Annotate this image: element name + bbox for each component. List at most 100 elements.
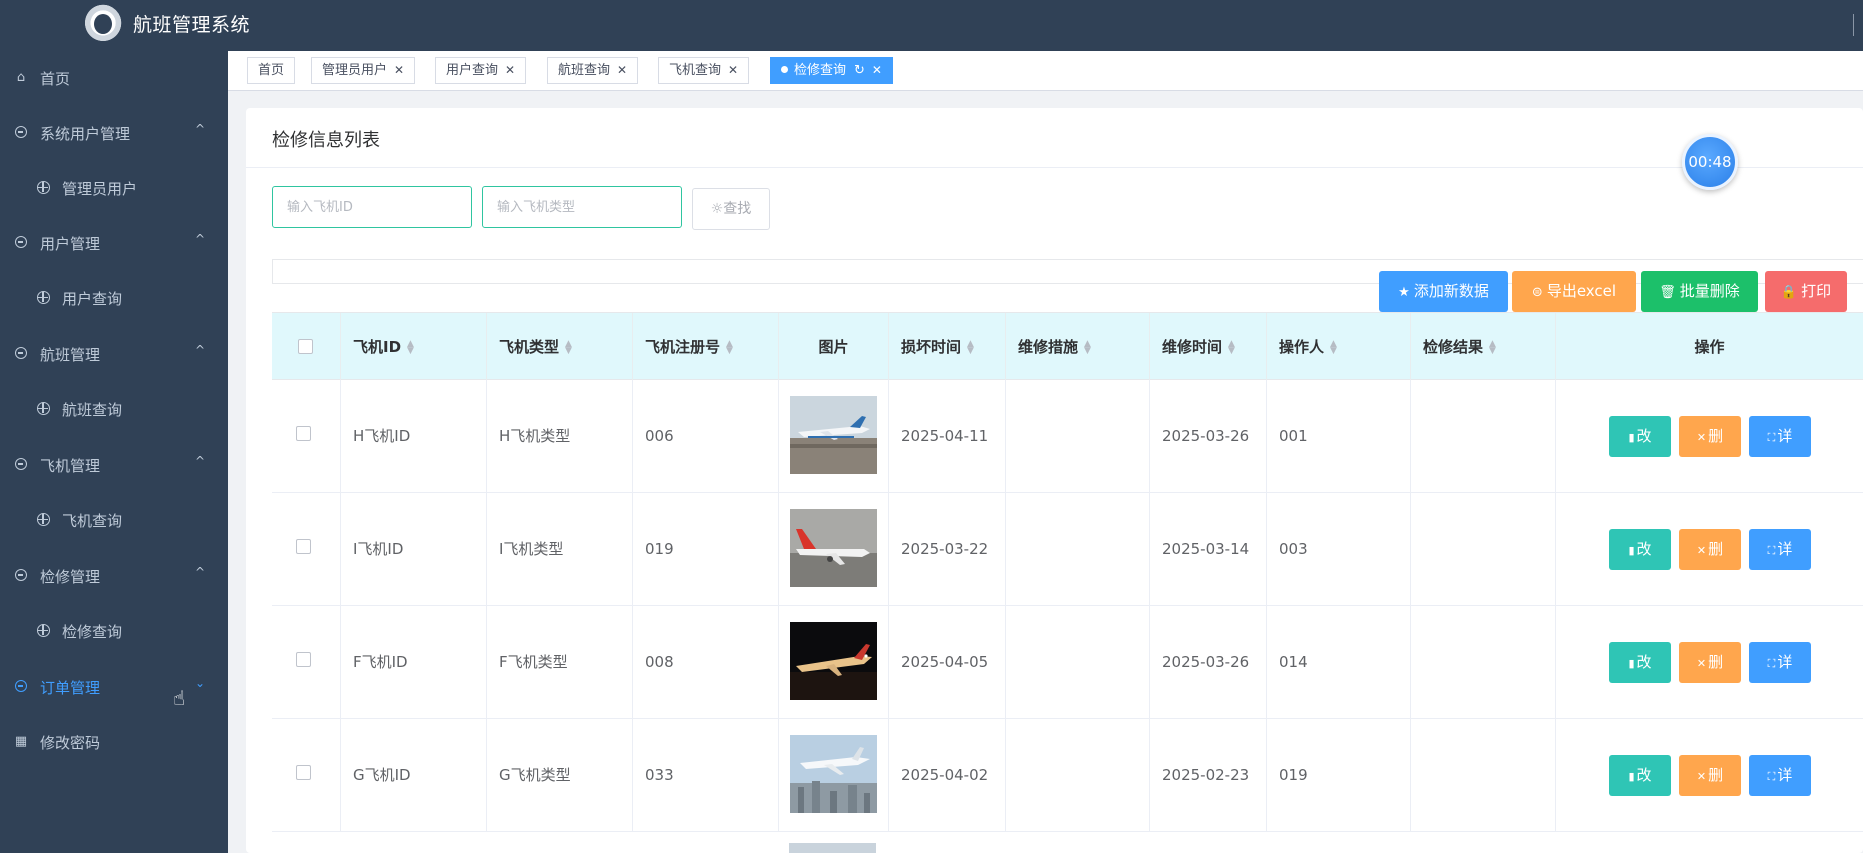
detail-button[interactable]: ⛶ 详 (1749, 416, 1811, 457)
aircraft-type-search-input[interactable] (482, 186, 682, 228)
row-select-cell (272, 606, 340, 719)
detail-button[interactable]: ⛶ 详 (1749, 755, 1811, 796)
cell-damage-time: 2025-04-02 (888, 719, 1005, 832)
column-header-registration[interactable]: 飞机注册号 ▲ ▼ (632, 313, 778, 381)
sidebar-item-aircraft-query[interactable]: 飞机查询 (0, 493, 228, 548)
detail-button[interactable]: ⛶ 详 (1749, 529, 1811, 570)
refresh-icon[interactable]: ↻ (854, 63, 865, 78)
tab-home[interactable]: 首页 (247, 57, 296, 84)
sidebar-item-aircraft-management[interactable]: 飞机管理 ^ (0, 438, 228, 493)
delete-button[interactable]: ✕ 删 (1679, 755, 1741, 796)
close-icon[interactable]: ✕ (505, 63, 515, 77)
sidebar-item-label: 飞机查询 (62, 512, 123, 530)
close-icon[interactable]: ✕ (872, 63, 882, 77)
cell-actions: ▮ 改 ✕ 删 ⛶ 详 (1555, 606, 1863, 719)
cell-aircraft-id: G飞机ID (340, 719, 486, 832)
cell-registration: 033 (632, 719, 778, 832)
chevron-up-icon: ^ (195, 122, 206, 136)
row-checkbox[interactable] (296, 539, 311, 554)
close-icon[interactable]: ✕ (728, 63, 738, 77)
close-icon[interactable]: ✕ (394, 63, 404, 77)
sort-icon[interactable]: ▲ ▼ (967, 339, 974, 355)
aircraft-id-search-input[interactable] (272, 186, 472, 228)
sort-icon[interactable]: ▲ ▼ (1489, 339, 1496, 355)
document-icon: ▮ (1628, 657, 1635, 670)
circle-icon (14, 569, 28, 583)
search-button[interactable]: ☼查找 (692, 188, 770, 230)
batch-delete-button[interactable]: 🗑 批量删除 (1641, 271, 1758, 312)
aircraft-image[interactable] (790, 396, 877, 474)
sidebar-item-home[interactable]: ⌂ 首页 (0, 51, 228, 106)
aircraft-image[interactable] (790, 622, 877, 700)
row-checkbox[interactable] (296, 765, 311, 780)
x-icon: ✕ (1696, 657, 1707, 670)
cell-damage-time: 2025-04-05 (888, 606, 1005, 719)
next-row-image-partial (789, 843, 876, 853)
cell-actions: ▮ 改 ✕ 删 ⛶ 详 (1555, 493, 1863, 606)
sidebar-item-admin-users[interactable]: 管理员用户 (0, 161, 228, 216)
column-header-repair-measure[interactable]: 维修措施 ▲ ▼ (1005, 313, 1149, 381)
edit-button[interactable]: ▮ 改 (1609, 529, 1671, 570)
sort-icon[interactable]: ▲ ▼ (726, 339, 733, 355)
column-header-result[interactable]: 检修结果 ▲ ▼ (1410, 313, 1555, 381)
edit-button[interactable]: ▮ 改 (1609, 642, 1671, 683)
edit-label: 改 (1636, 653, 1652, 671)
detail-button[interactable]: ⛶ 详 (1749, 642, 1811, 683)
table-row: F飞机ID F飞机类型 008 2025-04-05 2025-03-26 01… (272, 606, 1863, 719)
aircraft-image[interactable] (790, 735, 877, 813)
tab-flight-query[interactable]: 航班查询 ✕ (547, 57, 639, 84)
cell-repair-measure (1005, 493, 1149, 606)
export-excel-button[interactable]: ⊜ 导出excel (1512, 271, 1636, 312)
tab-aircraft-query[interactable]: 飞机查询 ✕ (658, 57, 750, 84)
cell-registration: 006 (632, 380, 778, 493)
column-header-operator[interactable]: 操作人 ▲ ▼ (1266, 313, 1410, 381)
print-button[interactable]: 🔒 打印 (1765, 271, 1847, 312)
delete-button[interactable]: ✕ 删 (1679, 529, 1741, 570)
edit-button[interactable]: ▮ 改 (1609, 755, 1671, 796)
close-icon[interactable]: ✕ (617, 63, 627, 77)
sidebar-item-system-users[interactable]: 系统用户管理 ^ (0, 106, 228, 161)
tab-admin-users[interactable]: 管理员用户 ✕ (311, 57, 416, 84)
cell-damage-time: 2025-03-22 (888, 493, 1005, 606)
sidebar-item-user-query[interactable]: 用户查询 (0, 271, 228, 326)
sort-icon[interactable]: ▲ ▼ (1228, 339, 1235, 355)
column-header-aircraft-id[interactable]: 飞机ID ▲ ▼ (340, 313, 486, 381)
sidebar-item-change-password[interactable]: ▦ 修改密码 (0, 715, 228, 770)
tab-user-query[interactable]: 用户查询 ✕ (435, 57, 527, 84)
tab-maintenance-query[interactable]: 检修查询 ↻ ✕ (770, 57, 893, 84)
sidebar-item-order-management[interactable]: 订单管理 ⌄ (0, 660, 228, 715)
sort-icon[interactable]: ▲ ▼ (1084, 339, 1091, 355)
cell-repair-time: 2025-03-14 (1149, 493, 1266, 606)
sidebar-item-flight-management[interactable]: 航班管理 ^ (0, 327, 228, 382)
batch-delete-label: 批量删除 (1679, 282, 1740, 300)
cell-aircraft-type: I飞机类型 (486, 493, 632, 606)
tabs-bar: 首页 管理员用户 ✕ 用户查询 ✕ 航班查询 ✕ 飞机查询 ✕ 检修查询 ↻ ✕ (228, 51, 1863, 91)
row-checkbox[interactable] (296, 652, 311, 667)
column-header-repair-time[interactable]: 维修时间 ▲ ▼ (1149, 313, 1266, 381)
sort-icon[interactable]: ▲ ▼ (407, 339, 414, 355)
cell-repair-time: 2025-02-23 (1149, 719, 1266, 832)
edit-button[interactable]: ▮ 改 (1609, 416, 1671, 457)
column-header-aircraft-type[interactable]: 飞机类型 ▲ ▼ (486, 313, 632, 381)
cell-result (1410, 380, 1555, 493)
aircraft-image[interactable] (790, 509, 877, 587)
select-all-checkbox[interactable] (298, 339, 313, 354)
delete-button[interactable]: ✕ 删 (1679, 416, 1741, 457)
sidebar-item-flight-query[interactable]: 航班查询 (0, 382, 228, 437)
cell-repair-measure (1005, 606, 1149, 719)
home-icon: ⌂ (16, 70, 26, 85)
sidebar-item-maintenance-query[interactable]: 检修查询 (0, 604, 228, 659)
delete-button[interactable]: ✕ 删 (1679, 642, 1741, 683)
chevron-up-icon: ^ (195, 565, 206, 579)
sort-icon[interactable]: ▲ ▼ (1330, 339, 1337, 355)
add-new-data-button[interactable]: ★ 添加新数据 (1379, 271, 1508, 312)
row-checkbox[interactable] (296, 426, 311, 441)
sidebar-item-maintenance-management[interactable]: 检修管理 ^ (0, 549, 228, 604)
table-row: G飞机ID G飞机类型 033 2025-04-02 2025-02-23 01… (272, 719, 1863, 832)
x-icon: ✕ (1696, 770, 1707, 783)
loading-icon: ☼ (710, 201, 724, 217)
sidebar-item-user-management[interactable]: 用户管理 ^ (0, 216, 228, 271)
sort-icon[interactable]: ▲ ▼ (565, 339, 572, 355)
column-header-damage-time[interactable]: 损坏时间 ▲ ▼ (888, 313, 1005, 381)
cell-damage-time: 2025-04-11 (888, 380, 1005, 493)
